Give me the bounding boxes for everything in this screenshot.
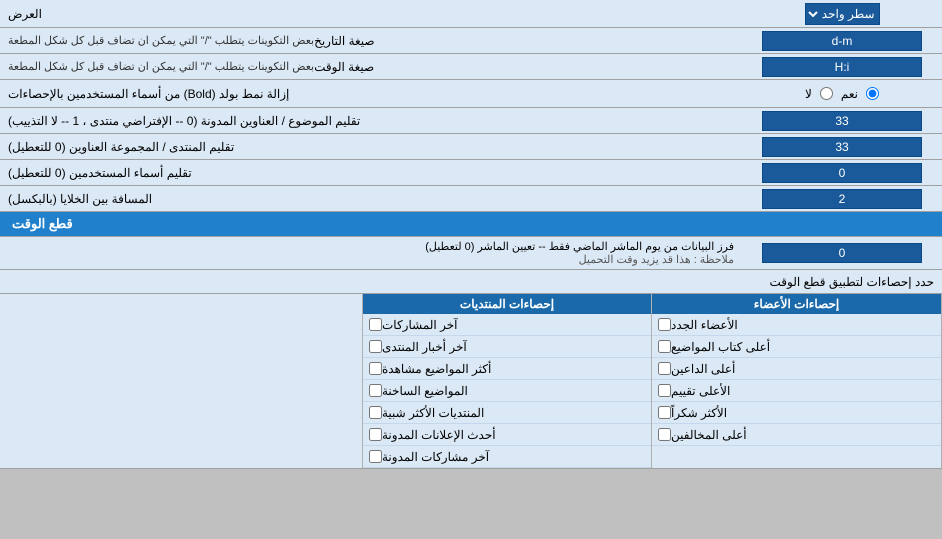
bold-radio-cell: نعم لا xyxy=(742,81,942,107)
topics-trim-input-cell xyxy=(742,108,942,133)
stats-members-label-2: أعلى كتاب المواضيع xyxy=(671,340,770,354)
stats-participations-label-2: آخر أخبار المنتدى xyxy=(382,340,467,354)
stats-members-check-2[interactable] xyxy=(658,340,671,353)
stats-participations-item-4: المواضيع الساخنة xyxy=(363,380,651,402)
stats-participations-check-7[interactable] xyxy=(369,450,382,463)
display-mode-label: العرض xyxy=(0,3,742,25)
time-format-input-cell xyxy=(742,54,942,79)
forum-trim-input-cell xyxy=(742,134,942,159)
bold-label: إزالة نمط بولد (Bold) من أسماء المستخدمي… xyxy=(0,83,742,105)
stats-members-item-5: الأكثر شكراً xyxy=(652,402,941,424)
stats-members-check-6[interactable] xyxy=(658,428,671,441)
freeze-input[interactable] xyxy=(762,243,922,263)
stats-cols-wrapper: إحصاءات المنتديات آخر المشاركات آخر أخبا… xyxy=(0,294,942,468)
freeze-label: فرز البيانات من يوم الماشر الماضي فقط --… xyxy=(0,237,742,269)
time-format-row: صيغة الوقت بعض التكوينات يتطلب "/" التي … xyxy=(0,54,942,80)
stats-members-check-5[interactable] xyxy=(658,406,671,419)
stats-participations-item-5: المنتديات الأكثر شبية xyxy=(363,402,651,424)
stats-participations-check-5[interactable] xyxy=(369,406,382,419)
time-format-label: صيغة الوقت بعض التكوينات يتطلب "/" التي … xyxy=(0,54,742,79)
stats-participations-item-3: أكثر المواضيع مشاهدة xyxy=(363,358,651,380)
main-container: العرض سطر واحد صيغة التاريخ بعض التكوينا… xyxy=(0,0,942,469)
bold-yes-label: نعم xyxy=(841,87,858,101)
display-mode-select[interactable]: سطر واحد xyxy=(805,3,880,25)
stats-participations-label-6: أحدث الإعلانات المدونة xyxy=(382,428,496,442)
stats-members-header: إحصاءات الأعضاء xyxy=(652,294,941,314)
freeze-section-title: قطع الوقت xyxy=(0,212,85,236)
stats-participations-label-7: آخر مشاركات المدونة xyxy=(382,450,489,464)
users-trim-input-cell xyxy=(742,160,942,185)
topics-trim-row: تقليم الموضوع / العناوين المدونة (0 -- ا… xyxy=(0,108,942,134)
stats-members-label-5: الأكثر شكراً xyxy=(671,406,727,420)
date-format-input[interactable] xyxy=(762,31,922,51)
stats-main-col xyxy=(0,294,362,468)
bold-yes-radio[interactable] xyxy=(866,87,879,100)
stats-section: إحصاءات المنتديات آخر المشاركات آخر أخبا… xyxy=(0,294,942,469)
topics-trim-label: تقليم الموضوع / العناوين المدونة (0 -- ا… xyxy=(0,108,742,133)
limit-row: حدد إحصاءات لتطبيق قطع الوقت xyxy=(0,270,942,294)
stats-participations-header: إحصاءات المنتديات xyxy=(363,294,651,314)
freeze-section-header: قطع الوقت xyxy=(0,212,942,237)
stats-participations-item-2: آخر أخبار المنتدى xyxy=(363,336,651,358)
topics-trim-input[interactable] xyxy=(762,111,922,131)
stats-members-item-2: أعلى كتاب المواضيع xyxy=(652,336,941,358)
stats-members-check-4[interactable] xyxy=(658,384,671,397)
stats-members-item-1: الأعضاء الجدد xyxy=(652,314,941,336)
stats-participations-item-6: أحدث الإعلانات المدونة xyxy=(363,424,651,446)
stats-participations-check-2[interactable] xyxy=(369,340,382,353)
stats-participations-label-3: أكثر المواضيع مشاهدة xyxy=(382,362,491,376)
forum-trim-row: تقليم المنتدى / المجموعة العناوين (0 للت… xyxy=(0,134,942,160)
time-format-input[interactable] xyxy=(762,57,922,77)
stats-participations-item-7: آخر مشاركات المدونة xyxy=(363,446,651,468)
stats-members-item-3: أعلى الداعين xyxy=(652,358,941,380)
stats-participations-label-4: المواضيع الساخنة xyxy=(382,384,468,398)
freeze-input-cell xyxy=(742,241,942,265)
stats-participations-label-5: المنتديات الأكثر شبية xyxy=(382,406,484,420)
limit-label: حدد إحصاءات لتطبيق قطع الوقت xyxy=(0,272,942,292)
stats-members-label-1: الأعضاء الجدد xyxy=(671,318,738,332)
stats-participations-check-6[interactable] xyxy=(369,428,382,441)
date-format-input-cell xyxy=(742,28,942,53)
stats-participations-check-1[interactable] xyxy=(369,318,382,331)
stats-participations-label-1: آخر المشاركات xyxy=(382,318,457,332)
stats-members-col: إحصاءات الأعضاء الأعضاء الجدد أعلى كتاب … xyxy=(652,294,942,468)
users-trim-label: تقليم أسماء المستخدمين (0 للتعطيل) xyxy=(0,160,742,185)
date-format-label: صيغة التاريخ بعض التكوينات يتطلب "/" الت… xyxy=(0,28,742,53)
freeze-row: فرز البيانات من يوم الماشر الماضي فقط --… xyxy=(0,237,942,270)
stats-participations-item-1: آخر المشاركات xyxy=(363,314,651,336)
stats-members-label-4: الأعلى تقييم xyxy=(671,384,730,398)
display-mode-row: العرض سطر واحد xyxy=(0,0,942,28)
users-trim-row: تقليم أسماء المستخدمين (0 للتعطيل) xyxy=(0,160,942,186)
stats-members-label-3: أعلى الداعين xyxy=(671,362,735,376)
forum-trim-label: تقليم المنتدى / المجموعة العناوين (0 للت… xyxy=(0,134,742,159)
gap-label: المسافة بين الخلايا (بالبكسل) xyxy=(0,186,742,211)
stats-participations-col: إحصاءات المنتديات آخر المشاركات آخر أخبا… xyxy=(362,294,652,468)
bold-row: إزالة نمط بولد (Bold) من أسماء المستخدمي… xyxy=(0,80,942,108)
bold-radio-group: نعم لا xyxy=(797,83,887,105)
stats-members-check-3[interactable] xyxy=(658,362,671,375)
gap-row: المسافة بين الخلايا (بالبكسل) xyxy=(0,186,942,212)
stats-members-item-4: الأعلى تقييم xyxy=(652,380,941,402)
gap-input-cell xyxy=(742,186,942,211)
gap-input[interactable] xyxy=(762,189,922,209)
date-format-row: صيغة التاريخ بعض التكوينات يتطلب "/" الت… xyxy=(0,28,942,54)
users-trim-input[interactable] xyxy=(762,163,922,183)
bold-no-radio[interactable] xyxy=(820,87,833,100)
stats-members-check-1[interactable] xyxy=(658,318,671,331)
stats-participations-check-4[interactable] xyxy=(369,384,382,397)
display-mode-input-cell: سطر واحد xyxy=(742,1,942,27)
stats-members-label-6: أعلى المخالفين xyxy=(671,428,747,442)
stats-participations-check-3[interactable] xyxy=(369,362,382,375)
bold-no-label: لا xyxy=(805,87,812,101)
forum-trim-input[interactable] xyxy=(762,137,922,157)
stats-members-item-6: أعلى المخالفين xyxy=(652,424,941,446)
